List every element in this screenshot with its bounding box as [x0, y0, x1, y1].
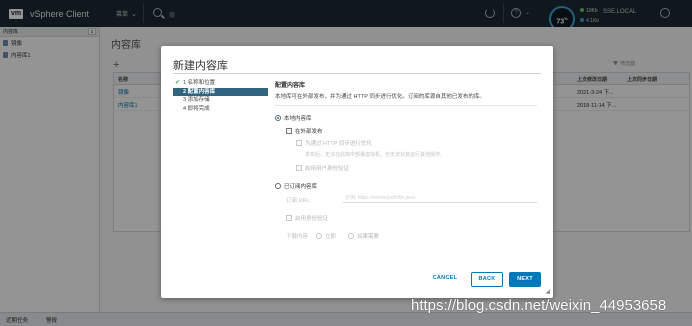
next-button[interactable]: NEXT — [509, 272, 541, 287]
subscribed-label: 已订阅内容库 — [284, 184, 318, 190]
step-label: 1 名称和位置 — [183, 80, 216, 86]
download-immediate-radio: 立即 — [316, 232, 336, 240]
when-needed-label: 如果需要 — [357, 234, 380, 240]
new-content-library-dialog: 新建内容库 ✔ 1 名称和位置 2 配置内容库 3 添加存储 4 即将完成 配置… — [161, 46, 553, 298]
optimize-description: 发布后，无法在此库中部署虚拟机，也无法对其运行其他操作。 — [305, 152, 446, 158]
subscribed-library-radio[interactable]: 已订阅内容库 — [275, 182, 317, 190]
watermark-text: https://blog.csdn.net/weixin_44953658 — [411, 297, 667, 314]
radio-button-disabled — [348, 233, 354, 239]
subscription-url-input: 示例: https://server/path/lib.json — [343, 194, 537, 203]
back-button[interactable]: BACK — [471, 272, 503, 287]
checkbox-disabled — [296, 165, 302, 171]
auth-label: 启用用户身份验证 — [305, 166, 350, 172]
wizard-content: 配置内容库 本地库可在外部发布，并为通过 HTTP 同步进行优化。订阅的库源自其… — [275, 80, 537, 106]
step-label: 3 添加存储 — [183, 97, 210, 103]
radio-button-disabled — [316, 233, 322, 239]
radio-button-selected[interactable] — [275, 115, 281, 121]
radio-button[interactable] — [275, 183, 281, 189]
dialog-title: 新建内容库 — [173, 60, 228, 72]
wizard-steps: ✔ 1 名称和位置 2 配置内容库 3 添加存储 4 即将完成 — [173, 79, 268, 113]
local-library-radio[interactable]: 本地内容库 — [275, 114, 312, 122]
local-library-label: 本地内容库 — [284, 116, 312, 122]
wizard-step-configure[interactable]: 2 配置内容库 — [173, 87, 268, 96]
auth-label: 启用身份验证 — [295, 216, 329, 222]
subscription-url-label: 订阅 URL: — [286, 198, 312, 204]
download-content-label: 下载内容 — [286, 234, 309, 240]
resize-handle-icon[interactable]: ◢ — [545, 288, 550, 295]
check-icon: ✔ — [175, 80, 181, 86]
enable-user-auth-checkbox: 启用用户身份验证 — [296, 164, 349, 172]
optimize-http-checkbox: 为通过 HTTP 同步进行优化 — [296, 139, 372, 147]
section-description: 本地库可在外部发布，并为通过 HTTP 同步进行优化。订阅的库源自其他已发布的库… — [275, 94, 485, 100]
wizard-step-ready: 4 即将完成 — [173, 105, 268, 113]
section-title: 配置内容库 — [275, 83, 306, 89]
step-label: 4 即将完成 — [183, 105, 210, 112]
wizard-step-name-location[interactable]: ✔ 1 名称和位置 — [173, 79, 268, 87]
checkbox[interactable] — [286, 128, 292, 134]
publish-externally-checkbox[interactable]: 在外部发布 — [286, 127, 323, 135]
checkbox-disabled — [286, 215, 292, 221]
checkbox-disabled — [296, 140, 302, 146]
wizard-step-add-storage: 3 添加存储 — [173, 96, 268, 104]
download-when-needed-radio: 如果需要 — [348, 232, 379, 240]
section-divider — [275, 105, 537, 106]
immediate-label: 立即 — [325, 234, 337, 240]
cancel-button[interactable]: CANCEL — [428, 272, 462, 287]
dialog-divider — [173, 73, 541, 74]
step-label: 2 配置内容库 — [183, 88, 216, 95]
publish-label: 在外部发布 — [295, 129, 323, 135]
optimize-label: 为通过 HTTP 同步进行优化 — [305, 141, 372, 147]
enable-auth-checkbox: 启用身份验证 — [286, 214, 328, 222]
